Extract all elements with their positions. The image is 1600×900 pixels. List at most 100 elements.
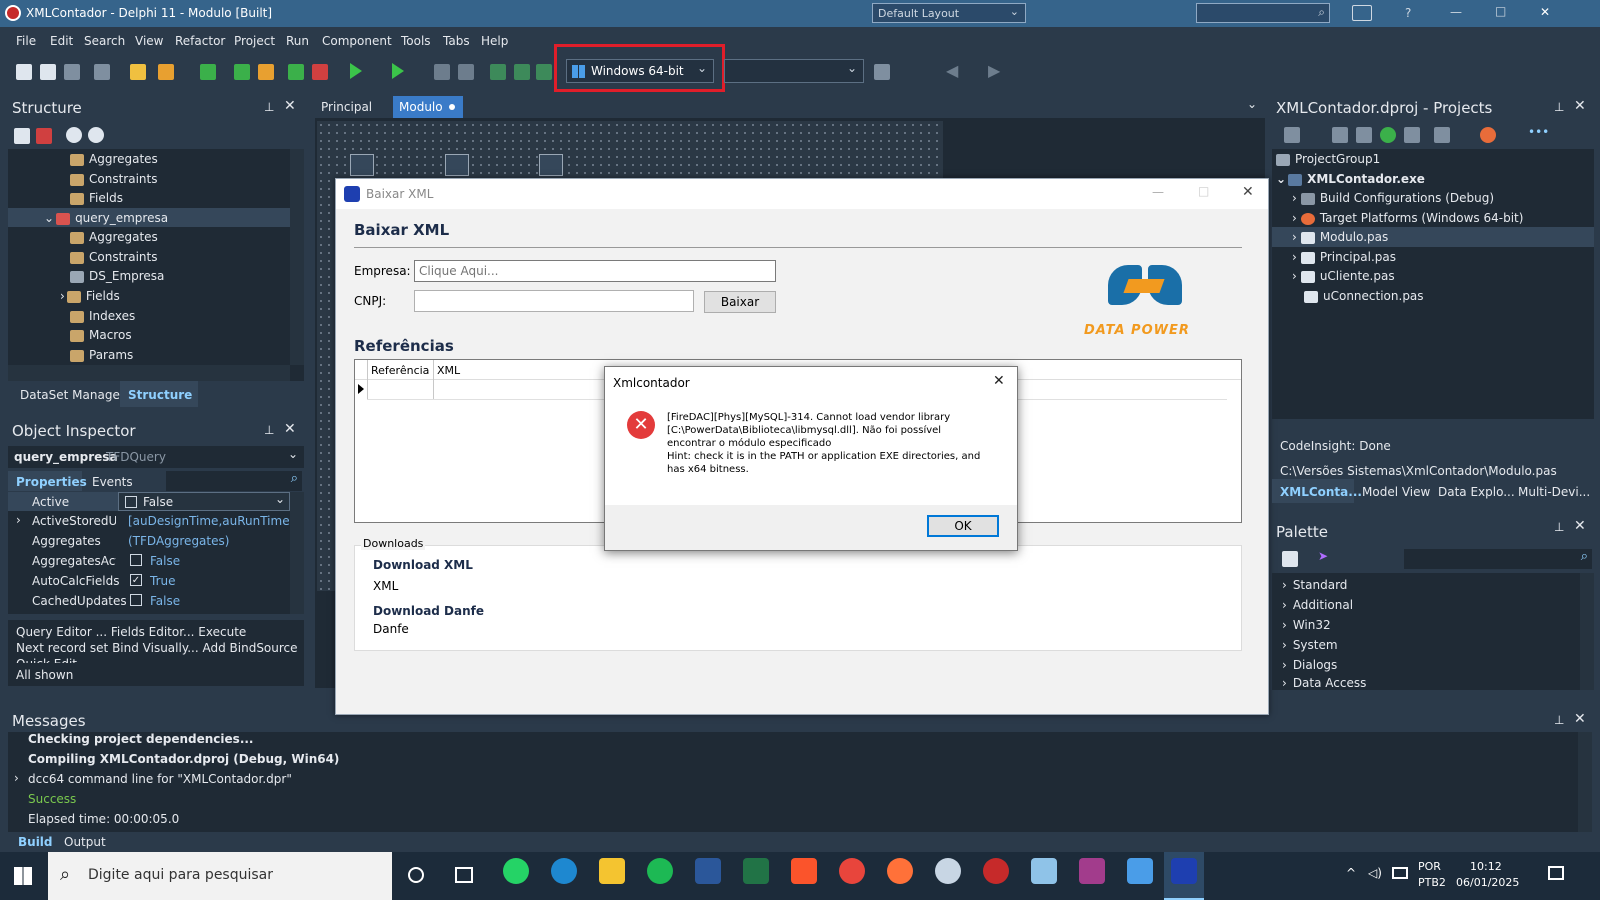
- checkbox-icon[interactable]: [125, 496, 137, 508]
- close-icon[interactable]: ✕: [1574, 711, 1586, 727]
- tab-dataset-manager[interactable]: DataSet Manager: [20, 388, 125, 402]
- tab-structure[interactable]: Structure: [128, 388, 192, 402]
- tree-item[interactable]: Macros: [70, 325, 132, 345]
- tab-model-view[interactable]: Model View: [1362, 485, 1430, 499]
- property-value-active[interactable]: False ⌄: [118, 492, 290, 511]
- menu-help[interactable]: Help: [481, 34, 508, 48]
- delphi-icon[interactable]: [983, 858, 1009, 884]
- keyboard-layout[interactable]: PTB2: [1418, 876, 1446, 889]
- column-header[interactable]: Referência: [371, 364, 429, 377]
- menu-search[interactable]: Search: [84, 34, 125, 48]
- property-value[interactable]: False: [150, 554, 180, 568]
- menu-project[interactable]: Project: [234, 34, 275, 48]
- notifications-icon[interactable]: [1548, 866, 1564, 880]
- tree-item[interactable]: Constraints: [70, 247, 157, 267]
- palette-search-input[interactable]: ⌕: [1404, 549, 1592, 569]
- save-icon[interactable]: [200, 64, 216, 80]
- pin-icon[interactable]: ⊥: [1554, 713, 1564, 727]
- notes-icon[interactable]: [1031, 858, 1057, 884]
- tree-item[interactable]: Constraints: [70, 169, 157, 189]
- run-without-debug-icon[interactable]: [392, 63, 404, 79]
- tree-item[interactable]: › Target Platforms (Windows 64-bit): [1292, 208, 1523, 228]
- chevron-up-icon[interactable]: ^: [1346, 866, 1356, 880]
- vertical-scrollbar[interactable]: [290, 492, 304, 614]
- firefox-icon[interactable]: [887, 858, 913, 884]
- tree-item[interactable]: Params: [70, 345, 133, 365]
- customize-icon[interactable]: [1352, 5, 1372, 21]
- start-button[interactable]: [14, 867, 32, 885]
- property-search-input[interactable]: ⌕: [166, 471, 302, 491]
- expand-chevron-icon[interactable]: ›: [1292, 211, 1297, 225]
- object-selector[interactable]: query_empresa TFDQuery ⌄: [8, 446, 304, 468]
- refresh-icon[interactable]: [1380, 127, 1396, 143]
- cortana-icon[interactable]: [408, 867, 424, 883]
- deploy-icon[interactable]: [1434, 127, 1450, 143]
- pointer-icon[interactable]: ➤: [1318, 549, 1328, 563]
- platform-select[interactable]: Windows 64-bit ⌄: [566, 59, 714, 83]
- tree-item[interactable]: Aggregates: [70, 149, 158, 169]
- whatsapp-icon[interactable]: [503, 858, 529, 884]
- new-items-icon[interactable]: [40, 64, 56, 80]
- tab-build[interactable]: Build: [18, 835, 53, 849]
- new-project-icon[interactable]: [130, 64, 146, 80]
- menu-tools[interactable]: Tools: [401, 34, 431, 48]
- menu-run[interactable]: Run: [286, 34, 309, 48]
- message-line[interactable]: Compiling XMLContador.dproj (Debug, Win6…: [28, 752, 339, 766]
- pin-icon[interactable]: ⊥: [264, 423, 274, 437]
- new-icon[interactable]: [16, 64, 32, 80]
- reopen-icon[interactable]: [64, 64, 80, 80]
- tree-item[interactable]: uConnection.pas: [1304, 286, 1424, 306]
- network-icon[interactable]: [1392, 867, 1408, 879]
- tree-item[interactable]: › uCliente.pas: [1292, 266, 1395, 286]
- minimize-button[interactable]: —: [1450, 5, 1462, 19]
- tab-events[interactable]: Events: [92, 475, 133, 489]
- property-value[interactable]: False: [150, 594, 180, 608]
- edge-icon[interactable]: [551, 858, 577, 884]
- download-xml-link[interactable]: XML: [373, 579, 398, 593]
- tree-item[interactable]: Fields: [70, 188, 123, 208]
- horizontal-scrollbar[interactable]: [8, 365, 290, 381]
- tab-data-explorer[interactable]: Data Explo...: [1438, 485, 1515, 499]
- add-file-icon[interactable]: [288, 64, 304, 80]
- property-value[interactable]: [auDesignTime,auRunTime]: [128, 514, 294, 528]
- add-item-icon[interactable]: [14, 128, 30, 144]
- expand-chevron-icon[interactable]: ›: [1292, 269, 1297, 283]
- chevron-down-icon[interactable]: ⌄: [1247, 97, 1257, 111]
- message-line[interactable]: Checking project dependencies...: [28, 732, 254, 746]
- palette-category[interactable]: › System: [1282, 635, 1338, 655]
- chrome-icon[interactable]: [839, 858, 865, 884]
- menu-tabs[interactable]: Tabs: [443, 34, 470, 48]
- brave-icon[interactable]: [791, 858, 817, 884]
- tab-modulo[interactable]: Modulo: [393, 96, 463, 118]
- open-icon[interactable]: [158, 64, 174, 80]
- tree-item[interactable]: › Principal.pas: [1292, 247, 1396, 267]
- volume-icon[interactable]: ◁): [1368, 866, 1382, 880]
- vertical-scrollbar[interactable]: [1578, 732, 1592, 832]
- expand-chevron-icon[interactable]: ›: [16, 513, 21, 527]
- help-button[interactable]: ?: [1405, 6, 1411, 20]
- build-icon[interactable]: [1332, 127, 1348, 143]
- project-options-icon[interactable]: [1284, 127, 1300, 143]
- excel-icon[interactable]: [743, 858, 769, 884]
- paint-icon[interactable]: [935, 858, 961, 884]
- palette-category[interactable]: › Additional: [1282, 595, 1353, 615]
- checkbox-icon[interactable]: [130, 594, 142, 606]
- maximize-button[interactable]: □: [1495, 4, 1506, 18]
- layout-select[interactable]: Default Layout ⌄: [872, 3, 1026, 23]
- palette-category[interactable]: › Standard: [1282, 575, 1347, 595]
- language-indicator[interactable]: POR: [1418, 860, 1441, 873]
- palette-category[interactable]: › Data Access: [1282, 673, 1366, 690]
- palette-new-icon[interactable]: [1282, 551, 1298, 567]
- db-component-icon[interactable]: [539, 154, 563, 176]
- delete-item-icon[interactable]: [36, 128, 52, 144]
- minimize-button[interactable]: —: [1152, 185, 1164, 199]
- cnpj-field[interactable]: [414, 290, 694, 312]
- checkbox-icon[interactable]: [130, 554, 142, 566]
- forward-arrow-icon[interactable]: ▶: [988, 61, 1000, 80]
- expand-chevron-icon[interactable]: ⌄: [1276, 172, 1286, 186]
- expand-chevron-icon[interactable]: ›: [60, 289, 65, 303]
- tree-item[interactable]: ⌄ XMLContador.exe: [1276, 169, 1425, 189]
- palette-category[interactable]: › Dialogs: [1282, 655, 1337, 675]
- task-view-icon[interactable]: [455, 867, 473, 883]
- download-danfe-link[interactable]: Danfe: [373, 622, 409, 636]
